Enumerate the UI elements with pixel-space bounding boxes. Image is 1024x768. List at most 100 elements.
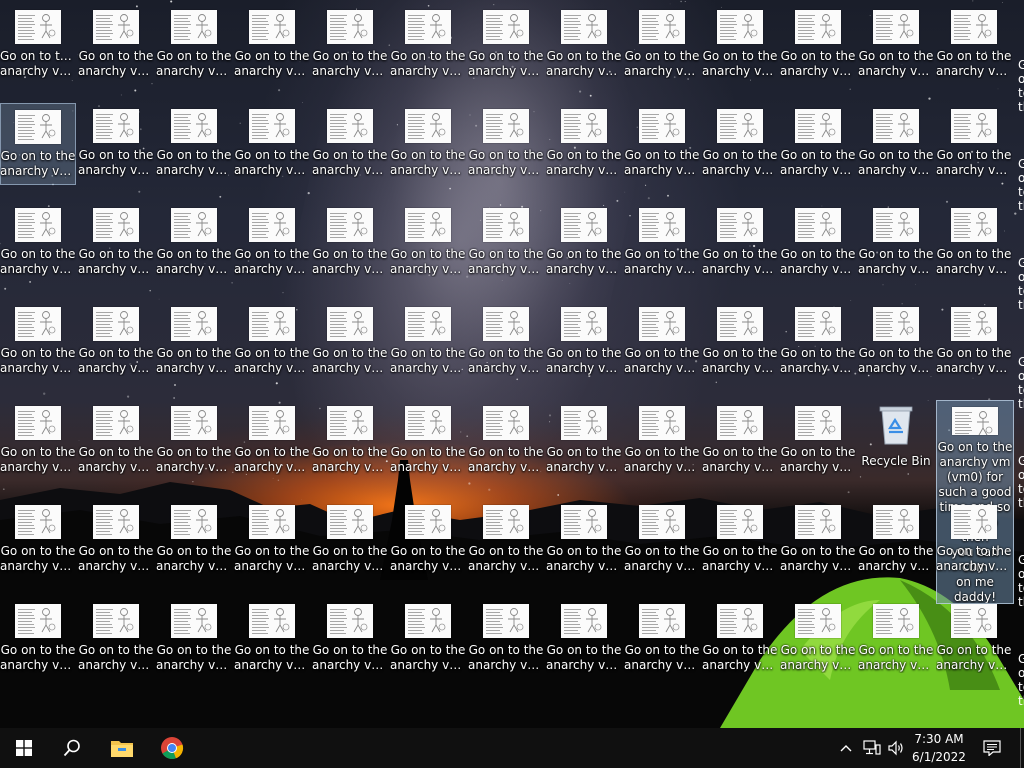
desktop-file-icon[interactable]: Go on to the anarchy vm... bbox=[78, 4, 154, 86]
desktop-file-icon[interactable]: Go on to the anarchy vm... bbox=[390, 4, 466, 86]
desktop-file-icon[interactable]: Go on to the anarchy vm... bbox=[546, 400, 622, 482]
desktop-file-icon[interactable]: Go on to the anarchy vm... bbox=[0, 499, 76, 581]
desktop-file-icon[interactable]: Go on to the anarchy vm... bbox=[468, 400, 544, 482]
desktop-file-icon[interactable]: Go on to the anarchy vm... bbox=[468, 202, 544, 284]
desktop-file-icon[interactable]: Go on to the anarchy vm... bbox=[858, 202, 934, 284]
desktop-file-icon[interactable]: Go on to the anarchy vm... bbox=[858, 301, 934, 383]
desktop-file-icon[interactable]: Go on to the anarchy vm... bbox=[234, 202, 310, 284]
desktop-file-icon[interactable]: Go on to the anarchy vm... bbox=[468, 499, 544, 581]
desktop-file-icon[interactable]: Go on to the anarchy vm... bbox=[468, 4, 544, 86]
desktop-file-icon[interactable]: Go on to the anarchy vm... bbox=[312, 202, 388, 284]
desktop-file-icon[interactable]: Go on to the anarchy vm... bbox=[780, 4, 856, 86]
desktop-file-icon[interactable]: Go on to the anarchy vm... bbox=[156, 499, 232, 581]
desktop-file-icon[interactable]: Go on to the anarchy vm... bbox=[546, 301, 622, 383]
desktop-file-icon[interactable]: Go on to the anarchy vm... bbox=[468, 103, 544, 185]
recycle-bin-icon[interactable]: Recycle Bin bbox=[858, 400, 934, 482]
desktop-file-icon[interactable]: Go on to the anarchy vm... bbox=[624, 499, 700, 581]
desktop-file-icon[interactable]: Go on to the anarchy vm... bbox=[234, 499, 310, 581]
desktop-file-icon[interactable]: Go on to the anarchy vm... bbox=[546, 103, 622, 185]
chrome-button[interactable] bbox=[148, 728, 196, 768]
taskbar-clock[interactable]: 7:30 AM 6/1/2022 bbox=[908, 730, 970, 766]
desktop-file-icon[interactable]: Go on to the anarchy vm... bbox=[780, 301, 856, 383]
desktop-file-icon[interactable]: Go on to the anarchy vm... bbox=[390, 499, 466, 581]
desktop-file-icon[interactable]: Go on to the anarchy vm... bbox=[624, 301, 700, 383]
desktop-file-icon[interactable]: Go on to the anarchy vm... bbox=[78, 499, 154, 581]
desktop-file-icon[interactable]: Go on to the anarchy vm... bbox=[0, 301, 76, 383]
desktop-file-icon[interactable]: Go on to the anarchy vm... bbox=[78, 202, 154, 284]
desktop-file-icon[interactable]: Go on to ther anarchy vm... bbox=[0, 4, 76, 86]
desktop-file-icon[interactable]: Go on to the anarchy vm... bbox=[624, 202, 700, 284]
desktop-file-icon[interactable]: Go on to the anarchy vm... bbox=[312, 4, 388, 86]
action-center-button[interactable] bbox=[976, 728, 1008, 768]
desktop-file-icon[interactable]: Go on to the anarchy vm... bbox=[0, 103, 76, 185]
desktop-file-icon[interactable]: Go on to the anarchy vm... bbox=[858, 4, 934, 86]
desktop-file-icon[interactable]: Go on to the anarchy vm... bbox=[234, 4, 310, 86]
desktop-file-icon[interactable]: Go on to the anarchy vm... bbox=[78, 598, 154, 680]
desktop-file-icon[interactable]: Go on to the anarchy vm... bbox=[156, 4, 232, 86]
desktop-file-icon[interactable]: Go on to the anarchy vm... bbox=[0, 202, 76, 284]
file-explorer-button[interactable] bbox=[98, 728, 146, 768]
desktop-file-icon[interactable]: Go on to the anarchy vm... bbox=[234, 400, 310, 482]
desktop-file-icon[interactable]: Go on to the anarchy vm... bbox=[780, 598, 856, 680]
desktop-file-icon[interactable]: Go on to the anarchy vm... bbox=[936, 598, 1012, 680]
desktop-file-icon[interactable]: Go on to the anarchy vm... bbox=[936, 301, 1012, 383]
desktop-file-icon[interactable]: Go on to the anarchy vm... bbox=[390, 301, 466, 383]
network-button[interactable] bbox=[860, 728, 884, 768]
desktop-file-icon[interactable]: Go on to the anarchy vm... bbox=[0, 400, 76, 482]
desktop-file-icon[interactable]: Go on to the anarchy vm... bbox=[702, 103, 778, 185]
show-hidden-icons-button[interactable] bbox=[836, 728, 856, 768]
desktop-file-icon[interactable]: Go on to the anarchy vm... bbox=[780, 400, 856, 482]
desktop-file-icon[interactable]: Go on to the anarchy vm... bbox=[702, 4, 778, 86]
desktop-file-icon[interactable]: Go on to the anarchy vm... bbox=[312, 301, 388, 383]
desktop-file-icon[interactable]: Go on to the anarchy vm... bbox=[312, 103, 388, 185]
start-button[interactable] bbox=[0, 728, 48, 768]
desktop-file-icon[interactable]: Go on to the anarchy vm... bbox=[624, 400, 700, 482]
desktop-file-icon[interactable]: Go on to the anarchy vm... bbox=[936, 202, 1012, 284]
desktop-file-icon[interactable]: Go on to the anarchy vm... bbox=[702, 400, 778, 482]
desktop-file-icon[interactable]: Go on to the anarchy vm... bbox=[702, 301, 778, 383]
desktop-file-icon[interactable]: Go on to the anarchy vm... bbox=[78, 301, 154, 383]
desktop-file-icon[interactable]: Go on to the anarchy vm... bbox=[780, 103, 856, 185]
desktop-file-icon[interactable]: Go on to the anarchy vm... bbox=[0, 598, 76, 680]
desktop-file-icon[interactable]: Go on to the anarchy vm... bbox=[390, 202, 466, 284]
desktop-file-icon[interactable]: Go on to the anarchy vm... bbox=[156, 598, 232, 680]
desktop-file-icon[interactable]: Go on to the anarchy vm... bbox=[936, 103, 1012, 185]
desktop-file-icon[interactable]: Go on to the anarchy vm... bbox=[936, 499, 1012, 581]
desktop-file-icon[interactable]: Go on to the anarchy vm... bbox=[78, 400, 154, 482]
desktop-file-icon[interactable]: Go on to the anarchy vm... bbox=[702, 202, 778, 284]
desktop-file-icon[interactable]: Go on to the anarchy vm... bbox=[312, 499, 388, 581]
show-desktop-button[interactable] bbox=[1020, 728, 1024, 768]
desktop-file-icon[interactable]: Go on to the anarchy vm... bbox=[546, 499, 622, 581]
search-button[interactable] bbox=[48, 728, 96, 768]
volume-button[interactable] bbox=[884, 728, 908, 768]
desktop-file-icon[interactable]: Go on to the anarchy vm... bbox=[702, 499, 778, 581]
desktop-file-icon[interactable]: Go on to the anarchy vm... bbox=[936, 4, 1012, 86]
desktop-file-icon[interactable]: Go on to the anarchy vm... bbox=[546, 4, 622, 86]
desktop-file-icon[interactable]: Go on to the anarchy vm... bbox=[234, 103, 310, 185]
desktop-file-icon[interactable]: Go on to the anarchy vm... bbox=[156, 400, 232, 482]
desktop-file-icon[interactable]: Go on to the anarchy vm... bbox=[858, 103, 934, 185]
desktop-file-icon[interactable]: Go on to the anarchy vm... bbox=[234, 301, 310, 383]
desktop-file-icon[interactable]: Go on to the anarchy vm... bbox=[858, 598, 934, 680]
desktop-file-icon[interactable]: Go on to the anarchy vm... bbox=[624, 598, 700, 680]
desktop-file-icon[interactable]: Go on to the anarchy vm... bbox=[780, 499, 856, 581]
desktop-file-icon[interactable]: Go on to the anarchy vm... bbox=[858, 499, 934, 581]
desktop-file-icon[interactable]: Go on to the anarchy vm... bbox=[624, 4, 700, 86]
desktop-file-icon[interactable]: Go on to the anarchy vm... bbox=[390, 103, 466, 185]
desktop-file-icon[interactable]: Go on to the anarchy vm... bbox=[390, 598, 466, 680]
desktop-file-icon[interactable]: Go on to the anarchy vm... bbox=[624, 103, 700, 185]
desktop-file-icon[interactable]: Go on to the anarchy vm... bbox=[312, 598, 388, 680]
desktop-file-icon[interactable]: Go on to the anarchy vm... bbox=[546, 598, 622, 680]
desktop-file-icon[interactable]: Go on to the anarchy vm... bbox=[702, 598, 778, 680]
desktop-file-icon[interactable]: Go on to the anarchy vm... bbox=[156, 103, 232, 185]
desktop-file-icon[interactable]: Go on to the anarchy vm... bbox=[780, 202, 856, 284]
desktop-file-icon[interactable]: Go on to the anarchy vm... bbox=[78, 103, 154, 185]
desktop-file-icon[interactable]: Go on to the anarchy vm... bbox=[546, 202, 622, 284]
desktop-file-icon[interactable]: Go on to the anarchy vm... bbox=[390, 400, 466, 482]
desktop-file-icon[interactable]: Go on to the anarchy vm... bbox=[156, 202, 232, 284]
desktop-file-icon[interactable]: Go on to the anarchy vm... bbox=[156, 301, 232, 383]
desktop-file-icon[interactable]: Go on to the anarchy vm... bbox=[312, 400, 388, 482]
desktop-file-icon[interactable]: Go on to the anarchy vm... bbox=[468, 301, 544, 383]
desktop-file-icon[interactable]: Go on to the anarchy vm... bbox=[234, 598, 310, 680]
desktop-file-icon[interactable]: Go on to the anarchy vm... bbox=[468, 598, 544, 680]
